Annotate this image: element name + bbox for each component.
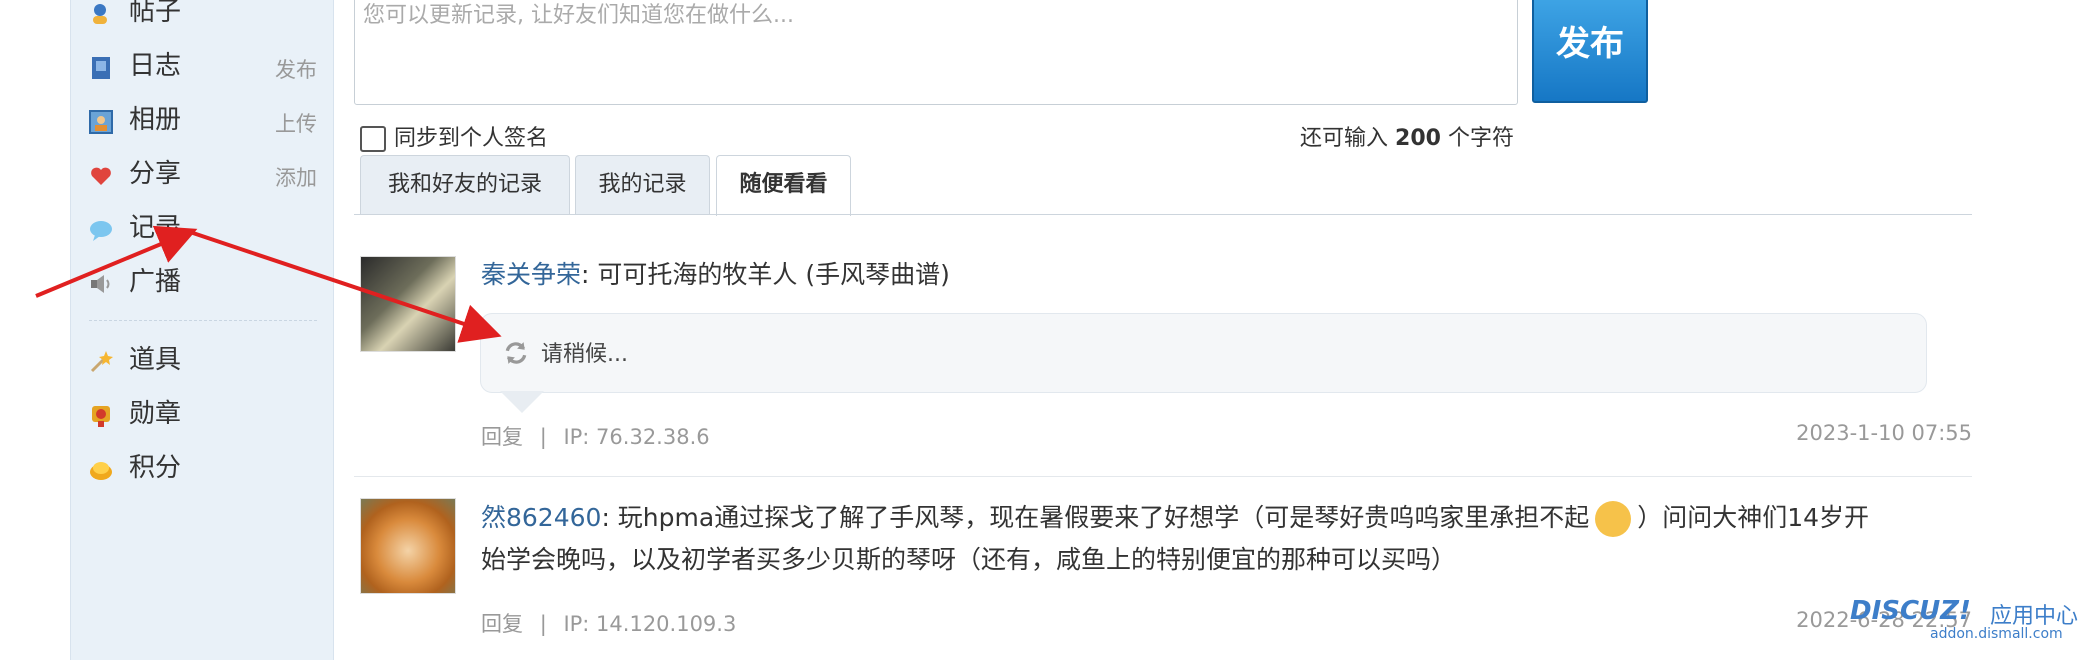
annotation-arrows xyxy=(35,225,502,343)
arrow-to-records xyxy=(35,225,198,298)
arrow-to-loading xyxy=(189,230,502,343)
